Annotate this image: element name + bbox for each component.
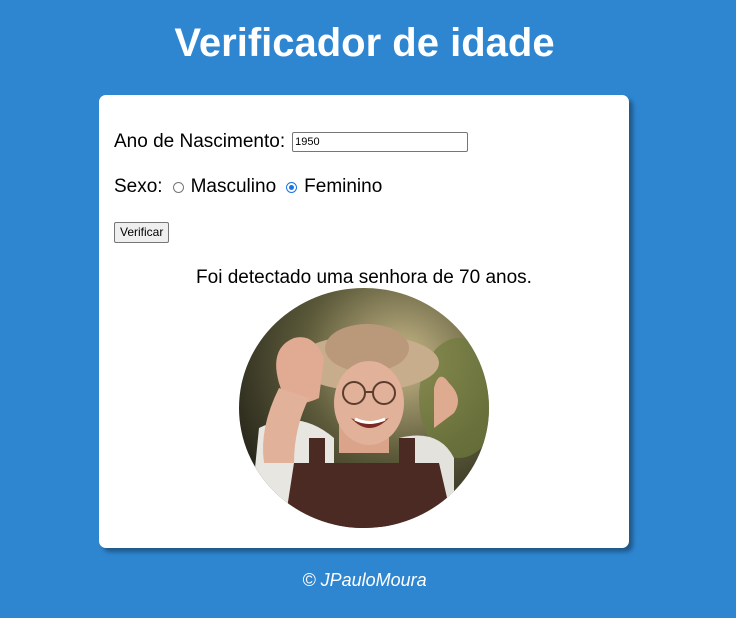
result-text: Foi detectado uma senhora de 70 anos. (196, 267, 532, 288)
page-title: Verificador de idade (174, 21, 555, 65)
radio-feminino[interactable] (286, 181, 298, 193)
footer-credit: © JPauloMoura (302, 570, 427, 590)
sex-label: Sexo: (114, 176, 163, 197)
verify-button[interactable]: Verificar (114, 222, 170, 243)
result-photo (239, 288, 489, 528)
verifier-card: Ano de Nascimento: Sexo: Masculino Femin… (99, 95, 629, 548)
sex-row: Sexo: Masculino Feminino (114, 176, 382, 198)
birth-year-input[interactable] (292, 132, 469, 152)
radio-masculino-label[interactable]: Masculino (191, 176, 277, 198)
elderly-woman-image (239, 288, 489, 528)
radio-masculino[interactable] (172, 181, 184, 193)
birth-year-label: Ano de Nascimento: (114, 131, 286, 152)
radio-feminino-label[interactable]: Feminino (304, 176, 382, 198)
birth-year-row: Ano de Nascimento: (114, 131, 469, 153)
